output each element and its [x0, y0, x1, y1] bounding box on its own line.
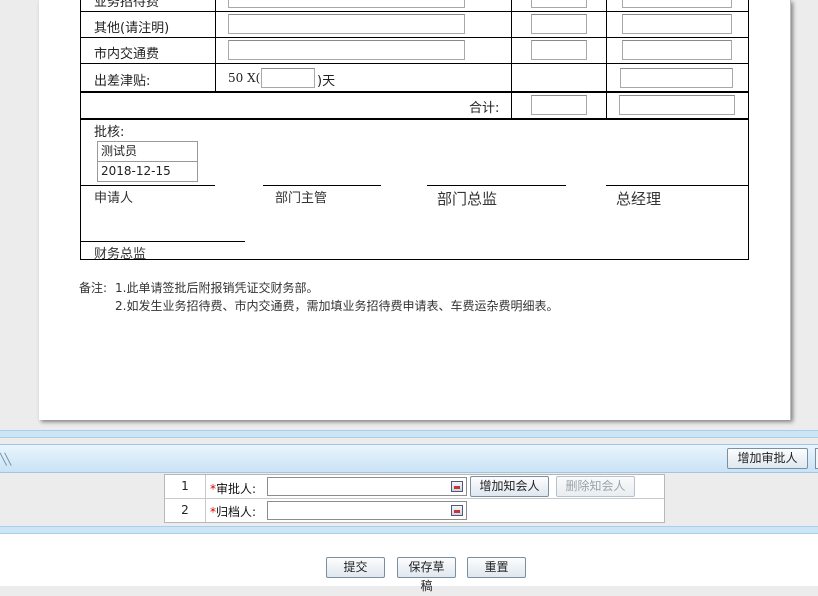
form-right-border	[748, 0, 749, 260]
section-divider-bottom	[0, 526, 818, 534]
col-separator	[511, 0, 512, 119]
sig-applicant: 申请人	[94, 191, 134, 206]
transport-amount-input[interactable]	[622, 40, 732, 60]
sig-line	[263, 185, 381, 186]
sig-finance-director: 财务总监	[94, 247, 147, 262]
sig-line	[80, 241, 245, 242]
approval-date: 2018-12-15	[98, 161, 197, 181]
other-desc-input[interactable]	[228, 14, 465, 34]
approver-name: 测试员	[101, 144, 138, 158]
row-separator	[80, 63, 749, 64]
grip-icon[interactable]: ╲╲	[0, 453, 11, 466]
entertainment-desc-input[interactable]	[228, 0, 465, 8]
approver-label: *审批人:	[210, 480, 256, 497]
add-cc-button[interactable]: 增加知会人	[470, 476, 549, 497]
sig-dept-director: 部门总监	[437, 190, 498, 208]
other-count-input[interactable]	[531, 14, 587, 34]
add-approver-button[interactable]: 增加审批人	[727, 448, 808, 469]
flow-col-separator	[205, 475, 206, 522]
row-label-allowance: 出差津贴:	[94, 74, 151, 89]
row-label-entertainment: 业务招待费	[94, 0, 160, 10]
row-label-other: 其他(请注明)	[94, 21, 170, 36]
save-draft-button[interactable]: 保存草稿	[397, 557, 456, 593]
calendar-icon[interactable]	[451, 505, 463, 516]
row-separator	[80, 37, 749, 38]
section-divider-top	[0, 430, 818, 438]
approval-flow-table: 1 *审批人: 增加知会人 删除知会人 2 *归档人:	[164, 474, 665, 523]
col-separator	[215, 0, 216, 92]
entertainment-count-input[interactable]	[531, 0, 587, 8]
entertainment-amount-input[interactable]	[622, 0, 732, 8]
approver-label-text: 审批人:	[216, 482, 257, 496]
sig-line	[606, 185, 749, 186]
submit-button[interactable]: 提交	[326, 557, 385, 578]
flow-row-number: 1	[181, 479, 189, 493]
col-separator	[606, 0, 607, 119]
row-separator	[80, 11, 749, 12]
remove-cc-button: 删除知会人	[556, 476, 635, 497]
form-left-border	[80, 0, 81, 260]
row-separator	[80, 91, 749, 93]
approval-label: 批核:	[94, 125, 125, 140]
remarks-prefix: 备注:	[79, 281, 108, 295]
sig-line	[427, 185, 566, 186]
row-label-transport: 市内交通费	[94, 47, 160, 62]
calendar-icon[interactable]	[451, 481, 463, 492]
allowance-amount-input[interactable]	[620, 68, 733, 88]
total-count-input[interactable]	[531, 95, 587, 115]
flow-row-separator	[165, 498, 664, 499]
allowance-prefix: 50 X(	[228, 71, 261, 85]
sig-general-manager: 总经理	[616, 190, 662, 208]
sig-dept-manager: 部门主管	[275, 191, 328, 206]
approval-stamp: 测试员 2018-12-15	[97, 141, 198, 182]
archiver-picker[interactable]	[267, 501, 467, 520]
total-amount-input[interactable]	[619, 95, 735, 115]
transport-count-input[interactable]	[531, 40, 587, 60]
remarks-line2: 2.如发生业务招待费、市内交通费，需加填业务招待费申请表、车费运杂费明细表。	[115, 299, 559, 313]
remarks-line1: 1.此单请签批后附报销凭证交财务部。	[115, 281, 319, 295]
form-paper: 业务招待费 其他(请注明) 市内交通费 出差津贴: 50 X( )天 合计: 批…	[39, 0, 791, 420]
total-label: 合计:	[469, 101, 500, 116]
allowance-days-input[interactable]	[261, 68, 315, 88]
other-amount-input[interactable]	[622, 14, 732, 34]
approval-toolbar: ╲╲ 增加审批人	[0, 444, 818, 473]
archiver-label: *归档人:	[210, 503, 256, 520]
archiver-label-text: 归档人:	[216, 505, 257, 519]
form-bottom-border	[80, 259, 749, 260]
approver-picker[interactable]	[267, 477, 467, 496]
allowance-suffix: )天	[317, 74, 336, 89]
row-separator	[80, 118, 749, 120]
sig-line	[80, 185, 215, 186]
flow-row-number: 2	[181, 503, 189, 517]
transport-desc-input[interactable]	[228, 40, 465, 60]
action-bar: 提交 保存草稿 重置	[0, 534, 818, 593]
reset-button[interactable]: 重置	[467, 557, 526, 578]
